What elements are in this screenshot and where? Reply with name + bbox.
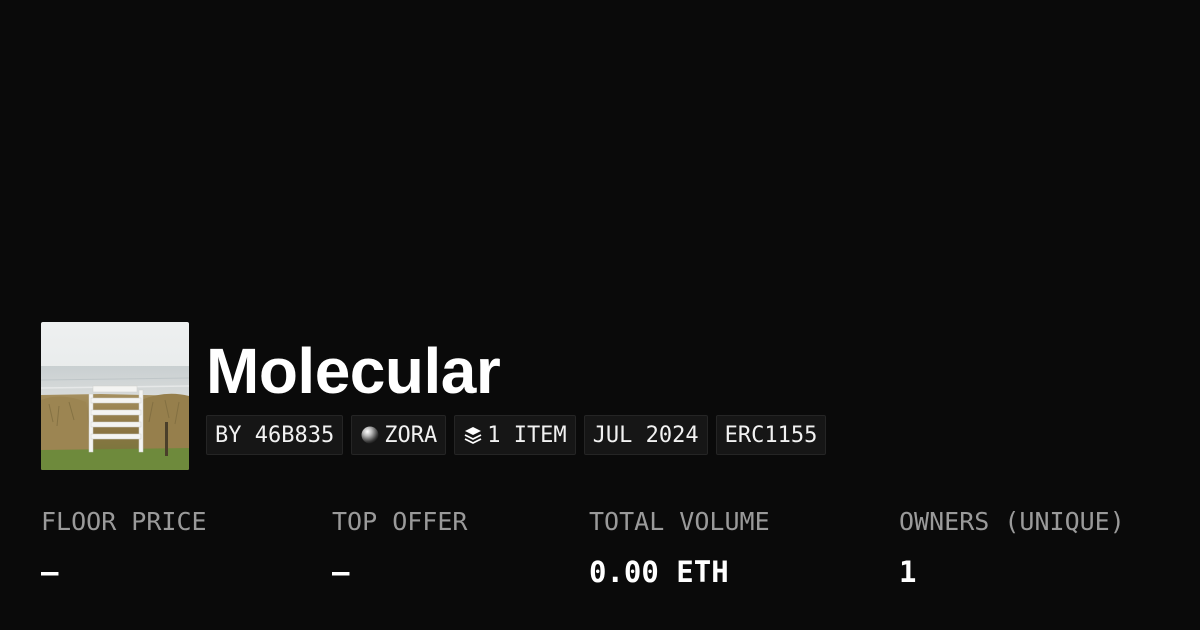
item-count-tag[interactable]: 1 ITEM: [454, 415, 576, 455]
top-offer-stat: TOP OFFER –: [332, 505, 467, 589]
owners-stat: OWNERS (UNIQUE) 1: [899, 505, 1125, 589]
collection-title: Molecular: [206, 335, 501, 407]
owners-label: OWNERS (UNIQUE): [899, 507, 1125, 536]
chain-tag[interactable]: ZORA: [351, 415, 447, 455]
standard-label: ERC1155: [724, 422, 818, 448]
collection-card: Molecular BY 46B835 ZORA 1 ITEM JUL 2024…: [0, 0, 1200, 630]
date-tag[interactable]: JUL 2024: [583, 415, 708, 455]
top-offer-value: –: [332, 555, 350, 589]
floor-price-value: –: [41, 555, 59, 589]
floor-price-stat: FLOOR PRICE –: [41, 505, 207, 589]
collection-tags: BY 46B835 ZORA 1 ITEM JUL 2024 ERC1155: [206, 415, 827, 455]
chain-label: ZORA: [384, 422, 438, 448]
item-count-label: 1 ITEM: [487, 422, 567, 448]
collection-thumbnail[interactable]: [41, 322, 189, 470]
beach-stairs-image: [41, 322, 189, 470]
total-volume-label: TOTAL VOLUME: [589, 507, 770, 536]
standard-tag[interactable]: ERC1155: [715, 415, 827, 455]
top-offer-label: TOP OFFER: [332, 507, 468, 536]
total-volume-value: 0.00 ETH: [589, 555, 729, 589]
total-volume-stat: TOTAL VOLUME 0.00 ETH: [589, 505, 770, 589]
owners-value: 1: [899, 555, 917, 589]
layers-icon: [463, 425, 483, 445]
floor-price-label: FLOOR PRICE: [41, 507, 207, 536]
zora-orb-icon: [360, 425, 380, 445]
creator-tag[interactable]: BY 46B835: [206, 415, 344, 455]
creator-label: BY 46B835: [215, 422, 335, 448]
date-label: JUL 2024: [592, 422, 699, 448]
